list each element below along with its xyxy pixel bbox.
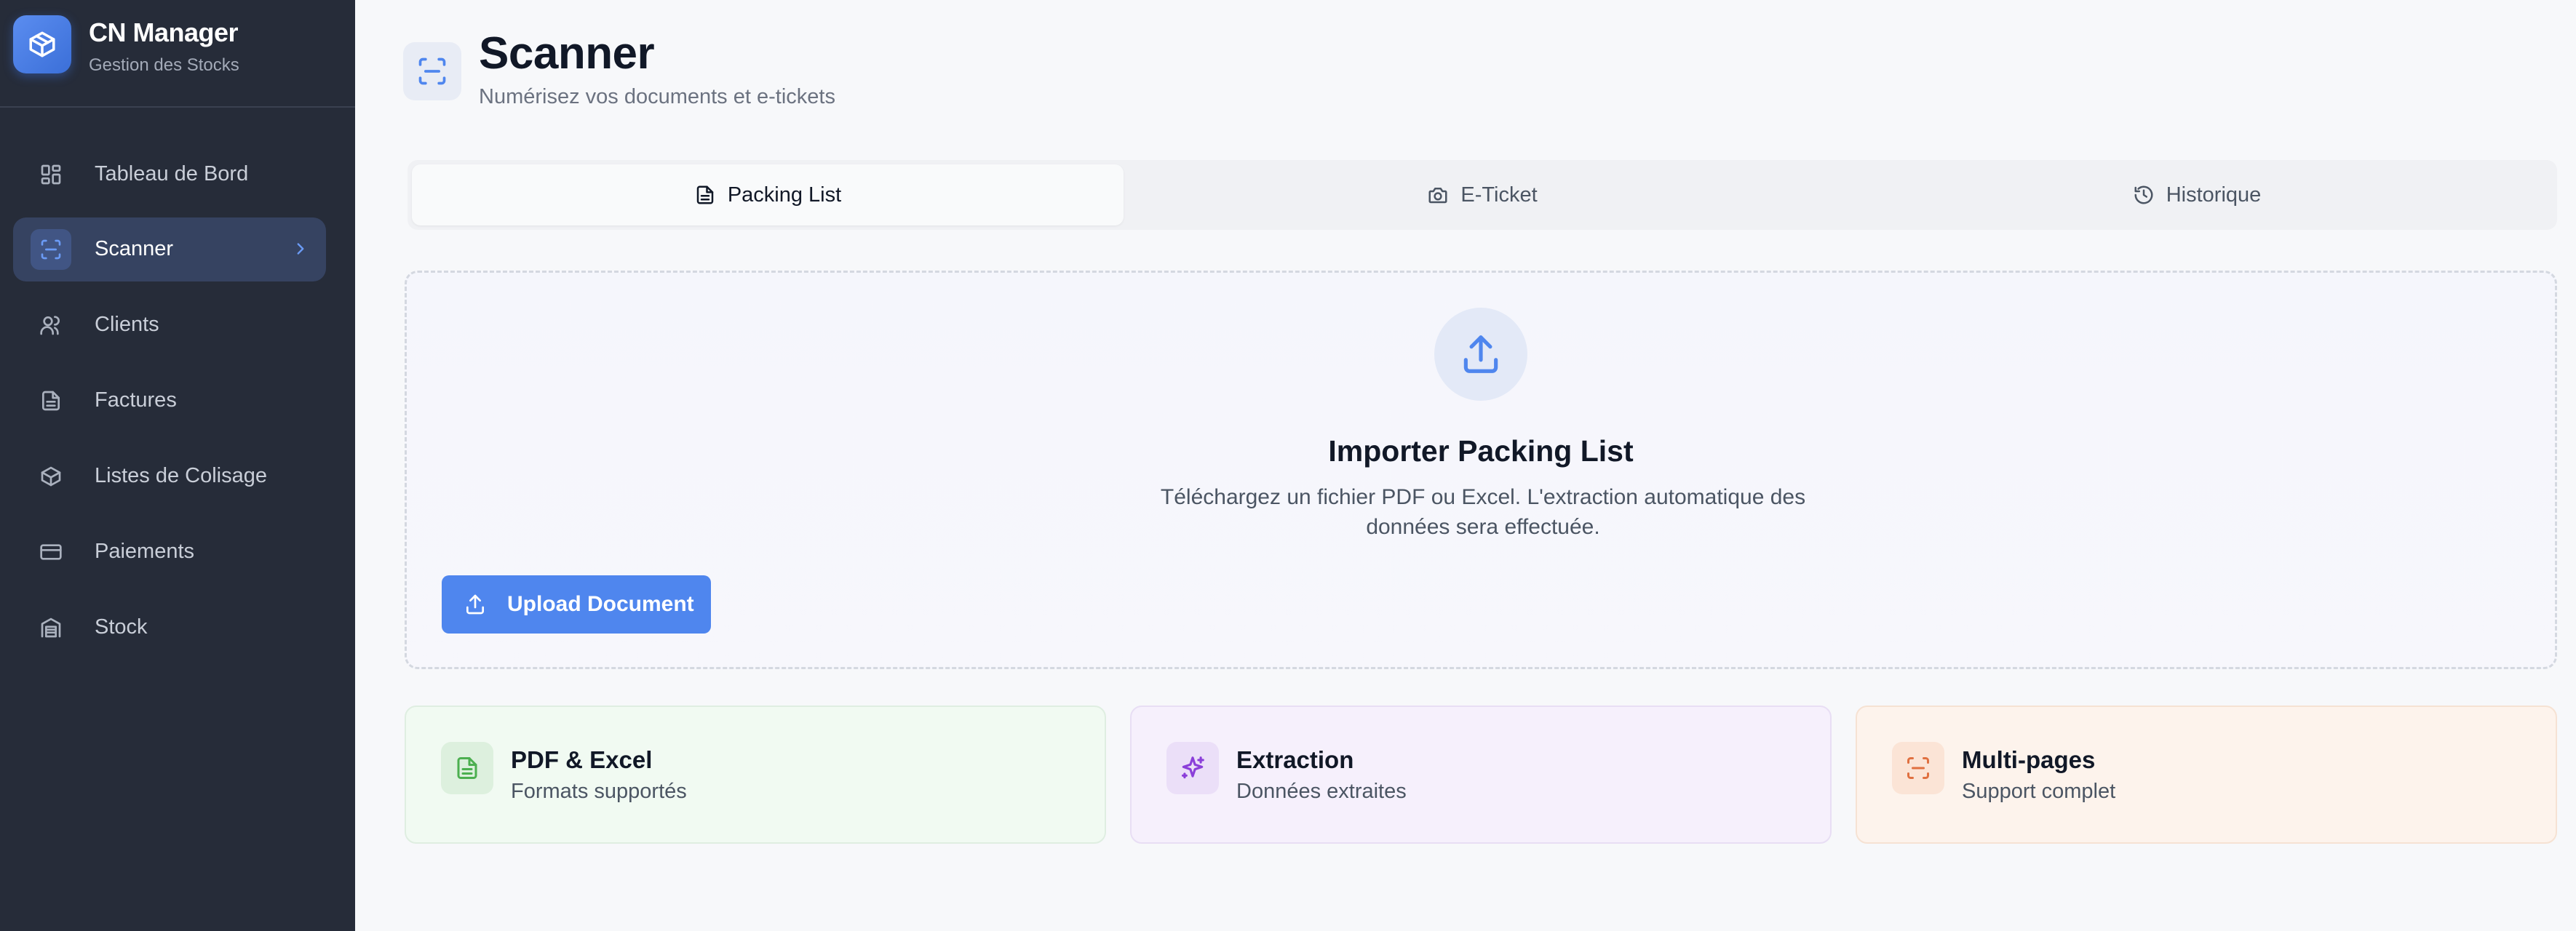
page-title: Scanner xyxy=(479,28,655,79)
tab-bar: Packing List E-Ticket Historique xyxy=(408,160,2557,230)
feature-subtitle: Formats supportés xyxy=(511,780,687,803)
feature-card-extraction: Extraction Données extraites xyxy=(1130,706,1832,844)
file-text-icon xyxy=(696,185,714,204)
sidebar-item-scanner[interactable]: Scanner xyxy=(13,217,326,281)
upload-description: Téléchargez un fichier PDF ou Excel. L'e… xyxy=(1160,485,1806,539)
sidebar-item-stock[interactable]: Stock xyxy=(13,596,326,660)
upload-icon xyxy=(466,594,484,615)
file-text-icon xyxy=(441,742,493,794)
sidebar: CN Manager Gestion des Stocks Tableau de… xyxy=(0,0,355,931)
sparkles-icon xyxy=(1166,742,1219,794)
tab-label: Historique xyxy=(2166,183,2262,207)
app-title: CN Manager xyxy=(89,17,239,47)
tab-historique[interactable]: Historique xyxy=(1841,164,2553,225)
upload-title: Importer Packing List xyxy=(1328,434,1634,468)
users-icon xyxy=(31,305,71,345)
page-subtitle: Numérisez vos documents et e-tickets xyxy=(479,85,835,108)
chevron-right-icon xyxy=(291,239,310,262)
box-icon xyxy=(29,31,55,57)
scan-icon xyxy=(418,57,446,85)
feature-subtitle: Données extraites xyxy=(1236,780,1407,803)
sidebar-item-label: Tableau de Bord xyxy=(95,162,249,185)
feature-title: Multi-pages xyxy=(1962,746,2096,773)
feature-subtitle: Support complet xyxy=(1962,780,2116,803)
tab-packing-list[interactable]: Packing List xyxy=(412,164,1124,225)
feature-card-pdf-excel: PDF & Excel Formats supportés xyxy=(405,706,1106,844)
feature-title: PDF & Excel xyxy=(511,746,653,773)
feature-title: Extraction xyxy=(1236,746,1354,773)
tab-e-ticket[interactable]: E-Ticket xyxy=(1126,164,1838,225)
upload-button-label: Upload Document xyxy=(507,592,694,616)
page-icon xyxy=(403,42,461,100)
document-icon xyxy=(31,380,71,421)
upload-icon-circle xyxy=(1434,308,1527,401)
upload-icon xyxy=(1463,335,1498,373)
dashboard-icon xyxy=(31,154,71,195)
app-logo[interactable] xyxy=(13,15,71,73)
sidebar-item-clients[interactable]: Clients xyxy=(13,293,326,357)
upload-dropzone[interactable]: Importer Packing List Téléchargez un fic… xyxy=(405,271,2557,669)
tab-label: E-Ticket xyxy=(1460,183,1538,207)
feature-card-multi-pages: Multi-pages Support complet xyxy=(1856,706,2557,844)
sidebar-item-paiements[interactable]: Paiements xyxy=(13,520,326,584)
sidebar-item-label: Scanner xyxy=(95,237,174,260)
tab-label: Packing List xyxy=(727,183,842,207)
scan-icon xyxy=(31,229,71,270)
sidebar-item-label: Clients xyxy=(95,313,159,336)
sidebar-item-label: Stock xyxy=(95,615,148,639)
app-subtitle: Gestion des Stocks xyxy=(89,55,239,75)
history-icon xyxy=(2134,185,2153,204)
sidebar-item-factures[interactable]: Factures xyxy=(13,369,326,433)
sidebar-item-label: Listes de Colisage xyxy=(95,464,267,487)
package-icon xyxy=(31,456,71,497)
sidebar-item-label: Paiements xyxy=(95,540,195,563)
warehouse-icon xyxy=(31,607,71,648)
sidebar-item-tableau-de-bord[interactable]: Tableau de Bord xyxy=(13,143,326,207)
upload-document-button[interactable]: Upload Document xyxy=(442,575,711,634)
sidebar-item-label: Factures xyxy=(95,388,177,412)
sidebar-item-listes-de-colisage[interactable]: Listes de Colisage xyxy=(13,444,326,508)
credit-card-icon xyxy=(31,532,71,572)
brand: CN Manager Gestion des Stocks xyxy=(0,0,355,108)
scan-icon xyxy=(1892,742,1944,794)
camera-icon xyxy=(1428,188,1447,204)
